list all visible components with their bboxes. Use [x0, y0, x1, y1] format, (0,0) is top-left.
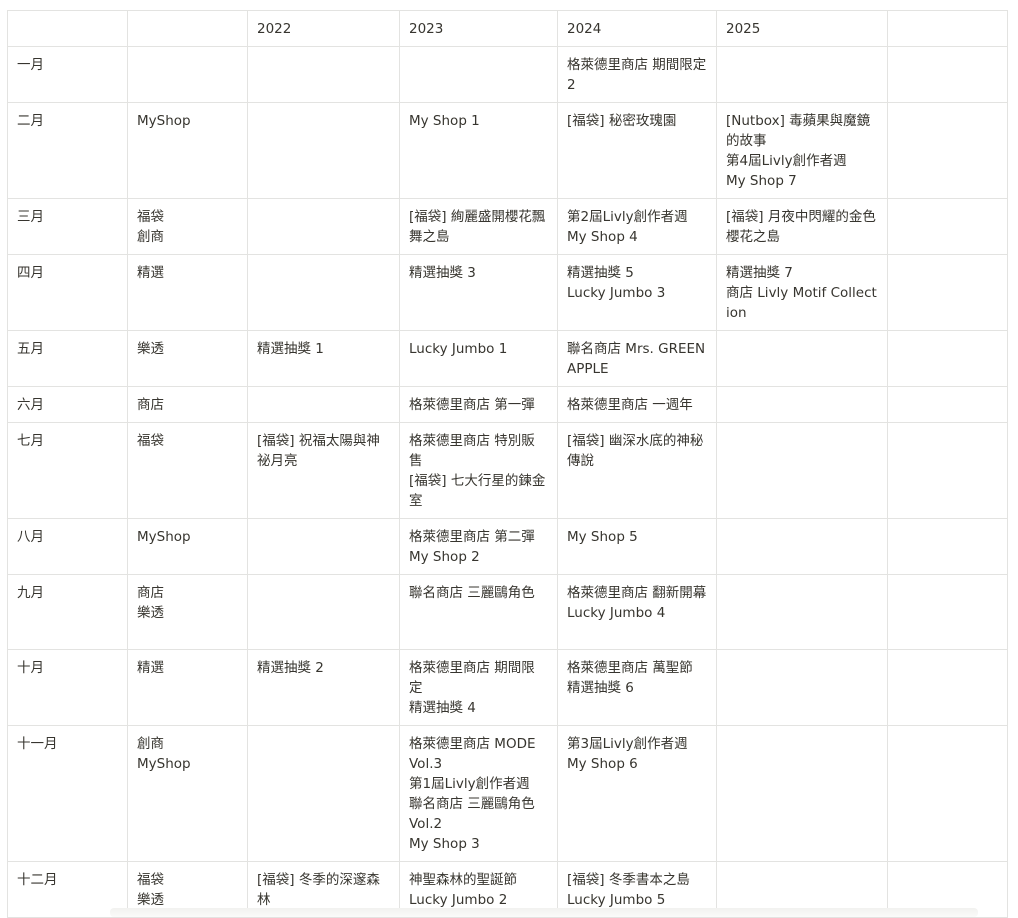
table-row: 七月 福袋 [福袋] 祝福太陽與神祕月亮 格萊德里商店 特別販售 [福袋] 七大行星的…: [7, 422, 1008, 519]
table-cell[interactable]: 格萊德里商店 第二彈 My Shop 2: [399, 518, 558, 575]
header-cell[interactable]: [887, 10, 1008, 47]
table-cell[interactable]: 精選: [127, 649, 248, 726]
table-cell[interactable]: Lucky Jumbo 1: [399, 330, 558, 387]
table-cell[interactable]: 格萊德里商店 期間限定2: [557, 46, 717, 103]
table-cell[interactable]: [887, 102, 1008, 199]
table-cell[interactable]: My Shop 5: [557, 518, 717, 575]
table-cell[interactable]: 三月: [7, 198, 128, 255]
schedule-table: 2022 2023 2024 2025 一月 格萊德里商店 期間限定2 二月 MyShop My…: [7, 10, 1008, 918]
table-cell[interactable]: 二月: [7, 102, 128, 199]
table-cell[interactable]: [716, 649, 888, 726]
table-row: 十一月 創商 MyShop 格萊德里商店 MODE Vol.3 第1屆Livly創作…: [7, 725, 1008, 862]
table-cell[interactable]: [716, 574, 888, 650]
table-cell[interactable]: [716, 330, 888, 387]
table-cell[interactable]: [887, 518, 1008, 575]
table-cell[interactable]: 格萊德里商店 萬聖節 精選抽獎 6: [557, 649, 717, 726]
header-cell[interactable]: [127, 10, 248, 47]
table-cell[interactable]: 八月: [7, 518, 128, 575]
table-cell[interactable]: 第3屆Livly創作者週 My Shop 6: [557, 725, 717, 862]
table-cell[interactable]: [247, 198, 400, 255]
table-cell[interactable]: 六月: [7, 386, 128, 423]
table-cell[interactable]: My Shop 1: [399, 102, 558, 199]
table-cell[interactable]: [Nutbox] 毒蘋果與魔鏡的故事 第4屆Livly創作者週 My Shop …: [716, 102, 888, 199]
table-cell[interactable]: [887, 649, 1008, 726]
table-cell[interactable]: 精選抽獎 5 Lucky Jumbo 3: [557, 254, 717, 331]
table-cell[interactable]: 精選抽獎 2: [247, 649, 400, 726]
table-cell[interactable]: [887, 254, 1008, 331]
table-row: 二月 MyShop My Shop 1 [福袋] 秘密玫瑰園 [Nutbox] 毒蘋果與…: [7, 102, 1008, 199]
table-cell[interactable]: 格萊德里商店 一週年: [557, 386, 717, 423]
header-cell[interactable]: 2025: [716, 10, 888, 47]
table-cell[interactable]: 九月: [7, 574, 128, 650]
scroll-shadow: [110, 908, 978, 917]
table-cell[interactable]: 福袋 創商: [127, 198, 248, 255]
table-cell[interactable]: [887, 330, 1008, 387]
table-row: 三月 福袋 創商 [福袋] 絢麗盛開櫻花飄舞之島 第2屆Livly創作者週 My Sh…: [7, 198, 1008, 255]
table-cell[interactable]: [福袋] 祝福太陽與神祕月亮: [247, 422, 400, 519]
table-row: 九月 商店 樂透 聯名商店 三麗鷗角色 格萊德里商店 翻新開幕 Lucky Jumbo…: [7, 574, 1008, 650]
table-cell[interactable]: [247, 254, 400, 331]
table-cell[interactable]: 創商 MyShop: [127, 725, 248, 862]
table-cell[interactable]: [247, 386, 400, 423]
header-cell[interactable]: 2022: [247, 10, 400, 47]
table-cell[interactable]: [247, 102, 400, 199]
table-row: 八月 MyShop 格萊德里商店 第二彈 My Shop 2 My Shop 5: [7, 518, 1008, 575]
table-cell[interactable]: [399, 46, 558, 103]
table-cell[interactable]: 樂透: [127, 330, 248, 387]
table-cell[interactable]: [福袋] 秘密玫瑰園: [557, 102, 717, 199]
table-cell[interactable]: 格萊德里商店 期間限定 精選抽獎 4: [399, 649, 558, 726]
table-cell[interactable]: [887, 46, 1008, 103]
table-cell[interactable]: MyShop: [127, 518, 248, 575]
table-cell[interactable]: [247, 46, 400, 103]
table-cell[interactable]: [福袋] 絢麗盛開櫻花飄舞之島: [399, 198, 558, 255]
table-cell[interactable]: [887, 198, 1008, 255]
table-row: 十月 精選 精選抽獎 2 格萊德里商店 期間限定 精選抽獎 4 格萊德里商店 萬聖節 精…: [7, 649, 1008, 726]
table-cell[interactable]: [887, 725, 1008, 862]
table-cell[interactable]: 四月: [7, 254, 128, 331]
header-row: 2022 2023 2024 2025: [7, 10, 1008, 47]
table-cell[interactable]: 一月: [7, 46, 128, 103]
table-cell[interactable]: 商店: [127, 386, 248, 423]
table-cell[interactable]: 聯名商店 三麗鷗角色: [399, 574, 558, 650]
table-cell[interactable]: [887, 574, 1008, 650]
table-cell[interactable]: 格萊德里商店 翻新開幕 Lucky Jumbo 4: [557, 574, 717, 650]
table-cell[interactable]: 商店 樂透: [127, 574, 248, 650]
table-cell[interactable]: 精選: [127, 254, 248, 331]
table-cell[interactable]: 福袋: [127, 422, 248, 519]
header-cell[interactable]: 2024: [557, 10, 717, 47]
table-cell[interactable]: 精選抽獎 3: [399, 254, 558, 331]
table-cell[interactable]: MyShop: [127, 102, 248, 199]
table-cell[interactable]: [716, 46, 888, 103]
table-cell[interactable]: 格萊德里商店 特別販售 [福袋] 七大行星的鍊金室: [399, 422, 558, 519]
table-row: 四月 精選 精選抽獎 3 精選抽獎 5 Lucky Jumbo 3 精選抽獎 7 商店 …: [7, 254, 1008, 331]
table-cell[interactable]: 第2屆Livly創作者週 My Shop 4: [557, 198, 717, 255]
table-cell[interactable]: [887, 422, 1008, 519]
table-cell[interactable]: 聯名商店 Mrs. GREEN APPLE: [557, 330, 717, 387]
table-cell[interactable]: 五月: [7, 330, 128, 387]
table-cell[interactable]: [716, 725, 888, 862]
table-cell[interactable]: [887, 386, 1008, 423]
table-row: 五月 樂透 精選抽獎 1 Lucky Jumbo 1 聯名商店 Mrs. GREEN A…: [7, 330, 1008, 387]
header-cell[interactable]: [7, 10, 128, 47]
table-cell[interactable]: [247, 518, 400, 575]
table-cell[interactable]: 精選抽獎 1: [247, 330, 400, 387]
table-cell[interactable]: [福袋] 月夜中閃耀的金色櫻花之島: [716, 198, 888, 255]
table-cell[interactable]: [127, 46, 248, 103]
table-cell[interactable]: 十月: [7, 649, 128, 726]
table-cell[interactable]: 格萊德里商店 第一彈: [399, 386, 558, 423]
table-cell[interactable]: 精選抽獎 7 商店 Livly Motif Collection: [716, 254, 888, 331]
table-cell[interactable]: 十一月: [7, 725, 128, 862]
table-row: 一月 格萊德里商店 期間限定2: [7, 46, 1008, 103]
table-cell[interactable]: [716, 422, 888, 519]
table-cell[interactable]: [716, 386, 888, 423]
table-row: 六月 商店 格萊德里商店 第一彈 格萊德里商店 一週年: [7, 386, 1008, 423]
table-cell[interactable]: [247, 725, 400, 862]
table-cell[interactable]: [247, 574, 400, 650]
table-cell[interactable]: [福袋] 幽深水底的神秘傳說: [557, 422, 717, 519]
table-cell[interactable]: [716, 518, 888, 575]
header-cell[interactable]: 2023: [399, 10, 558, 47]
table-cell[interactable]: 七月: [7, 422, 128, 519]
table-cell[interactable]: 格萊德里商店 MODE Vol.3 第1屆Livly創作者週 聯名商店 三麗鷗角…: [399, 725, 558, 862]
